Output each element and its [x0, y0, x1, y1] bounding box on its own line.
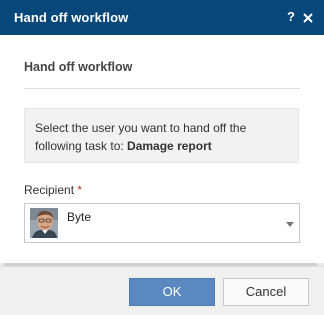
close-icon[interactable]: [302, 11, 314, 23]
section-divider: [24, 88, 300, 89]
info-text-line1: Select the user you want to hand off the: [35, 121, 247, 135]
dialog-titlebar: Hand off workflow ?: [0, 0, 324, 35]
recipient-label: Recipient *: [24, 183, 82, 197]
hand-off-workflow-dialog: Hand off workflow ? Hand off workflow Se…: [0, 0, 324, 315]
dialog-body: Hand off workflow Select the user you wa…: [0, 35, 324, 267]
cancel-button[interactable]: Cancel: [223, 278, 309, 306]
task-name: Damage report: [127, 139, 212, 153]
recipient-select[interactable]: Byte: [24, 203, 300, 243]
recipient-label-text: Recipient: [24, 183, 75, 197]
info-text-prefix: following task to:: [35, 139, 128, 153]
avatar: [30, 208, 58, 238]
ok-button[interactable]: OK: [129, 278, 215, 306]
recipient-value: Byte: [67, 210, 92, 224]
dialog-footer: OK Cancel: [0, 266, 324, 315]
dialog-title: Hand off workflow: [14, 10, 129, 25]
chevron-down-icon[interactable]: [286, 222, 294, 227]
section-title: Hand off workflow: [24, 60, 133, 74]
required-marker: *: [77, 183, 83, 197]
info-message: Select the user you want to hand off the…: [24, 108, 299, 163]
help-button[interactable]: ?: [285, 9, 297, 25]
